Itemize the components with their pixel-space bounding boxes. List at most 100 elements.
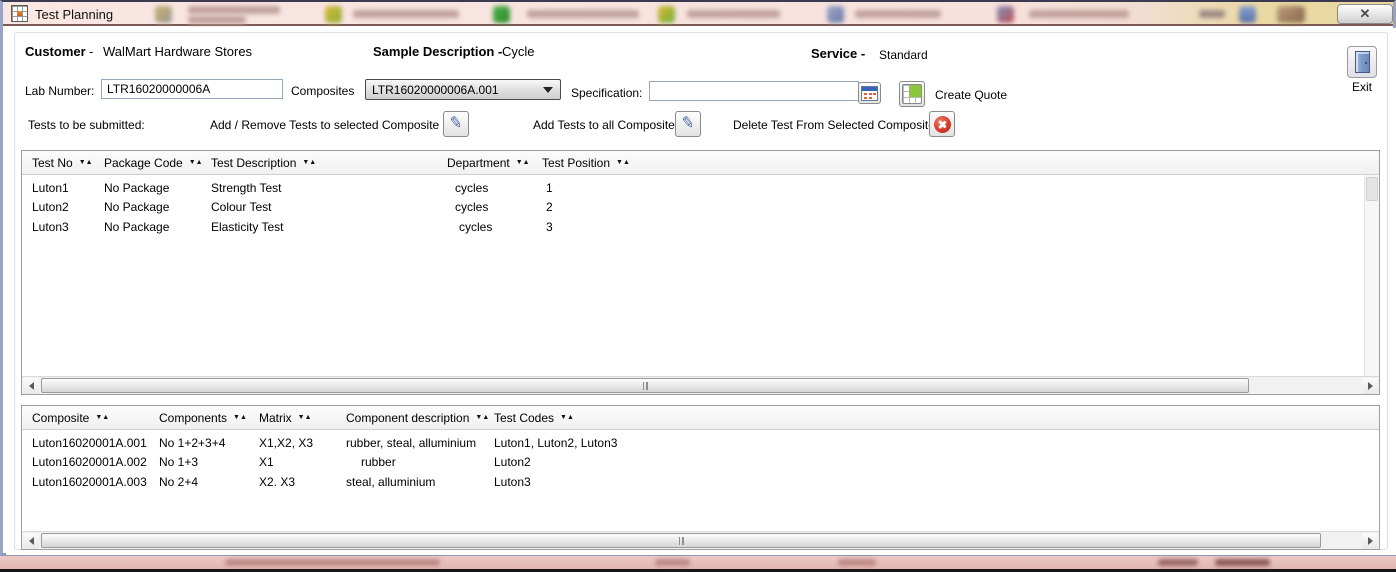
cell-matrix: X1 xyxy=(259,455,346,469)
cell-composite: Luton16020001A.003 xyxy=(32,475,159,489)
cell-package-code: No Package xyxy=(104,181,211,195)
scrollbar-thumb[interactable] xyxy=(41,533,1321,548)
cell-test-no: Luton1 xyxy=(32,181,104,195)
scroll-right-arrow[interactable] xyxy=(1362,533,1378,549)
blurred-strip-segment xyxy=(655,559,690,566)
cell-composite: Luton16020001A.001 xyxy=(32,436,159,450)
blurred-tool-icon xyxy=(1277,6,1305,23)
sort-icons: ▼▲ xyxy=(95,414,109,421)
blurred-strip-segment xyxy=(1215,559,1270,566)
column-header-matrix[interactable]: Matrix▼▲ xyxy=(259,411,346,425)
right-triangle-icon xyxy=(1368,382,1373,390)
cell-test-codes: Luton1, Luton2, Luton3 xyxy=(494,436,1379,450)
composites-table-body: Luton16020001A.001 No 1+2+3+4 X1,X2, X3 … xyxy=(22,430,1379,492)
cell-test-no: Luton3 xyxy=(32,220,104,234)
app-grid-icon xyxy=(11,5,28,22)
table-row[interactable]: Luton3 No Package Elasticity Test cycles… xyxy=(22,217,1379,237)
composites-table: Composite▼▲ Components▼▲ Matrix▼▲ Compon… xyxy=(21,405,1380,550)
column-header-department[interactable]: Department▼▲ xyxy=(447,156,542,170)
tests-table-header: Test No▼▲ Package Code▼▲ Test Descriptio… xyxy=(22,151,1379,175)
cell-components: No 2+4 xyxy=(159,475,259,489)
cell-test-position: 1 xyxy=(542,181,1379,195)
quote-grid-button[interactable] xyxy=(899,81,925,107)
cell-component-description: rubber xyxy=(346,455,494,469)
cell-components: No 1+2+3+4 xyxy=(159,436,259,450)
scroll-left-arrow[interactable] xyxy=(23,533,39,549)
service-value: Standard xyxy=(879,48,928,62)
column-header-components[interactable]: Components▼▲ xyxy=(159,411,259,425)
sample-description-label: Sample Description - xyxy=(373,44,502,59)
table-row[interactable]: Luton16020001A.001 No 1+2+3+4 X1,X2, X3 … xyxy=(22,433,1379,453)
cell-matrix: X1,X2, X3 xyxy=(259,436,346,450)
tests-table-body: Luton1 No Package Strength Test cycles 1… xyxy=(22,175,1379,237)
create-quote-label: Create Quote xyxy=(935,88,1007,102)
scroll-left-arrow[interactable] xyxy=(23,378,39,394)
scroll-right-arrow[interactable] xyxy=(1362,378,1378,394)
column-header-test-codes[interactable]: Test Codes▼▲ xyxy=(494,411,1379,425)
specification-input[interactable] xyxy=(649,81,859,101)
delete-test-label: Delete Test From Selected Composite xyxy=(733,118,935,132)
add-remove-tests-label: Add / Remove Tests to selected Composite xyxy=(210,118,439,132)
blurred-strip-segment xyxy=(225,559,440,566)
blurred-tool-label xyxy=(527,10,639,18)
blurred-tool-icon xyxy=(658,6,675,23)
vertical-scrollbar[interactable] xyxy=(1364,175,1379,376)
exit-button[interactable] xyxy=(1347,46,1377,78)
left-triangle-icon xyxy=(29,537,34,545)
composites-dropdown[interactable]: LTR16020000006A.001 xyxy=(365,79,561,100)
cell-department: cycles xyxy=(447,220,542,234)
sort-icons: ▼▲ xyxy=(79,159,93,166)
table-row[interactable]: Luton16020001A.003 No 2+4 X2. X3 steal, … xyxy=(22,472,1379,492)
add-tests-all-button[interactable]: ✎ xyxy=(675,111,701,137)
horizontal-scrollbar[interactable] xyxy=(22,376,1379,394)
blurred-tool-label xyxy=(188,16,246,24)
column-header-component-description[interactable]: Component description▼▲ xyxy=(346,411,494,425)
left-triangle-icon xyxy=(29,382,34,390)
composites-label: Composites xyxy=(291,84,354,98)
close-button[interactable]: ✕ xyxy=(1337,4,1393,24)
cell-composite: Luton16020001A.002 xyxy=(32,455,159,469)
lab-number-input[interactable] xyxy=(101,79,283,99)
column-header-test-no[interactable]: Test No▼▲ xyxy=(32,156,104,170)
pen-icon: ✎ xyxy=(448,115,464,133)
column-header-test-description[interactable]: Test Description▼▲ xyxy=(211,156,447,170)
cell-department: cycles xyxy=(447,181,542,195)
customer-label: Customer xyxy=(25,44,86,59)
calendar-button[interactable] xyxy=(858,82,881,104)
horizontal-scrollbar[interactable] xyxy=(22,531,1379,549)
scrollbar-thumb[interactable] xyxy=(41,378,1249,393)
add-remove-tests-button[interactable]: ✎ xyxy=(443,111,469,137)
scrollbar-thumb[interactable] xyxy=(1366,177,1378,201)
table-row[interactable]: Luton16020001A.002 No 1+3 X1 rubber Luto… xyxy=(22,453,1379,473)
blurred-strip-segment xyxy=(1158,559,1198,566)
window-title: Test Planning xyxy=(35,7,113,22)
sort-icons: ▼▲ xyxy=(189,159,203,166)
table-row[interactable]: Luton1 No Package Strength Test cycles 1 xyxy=(22,178,1379,198)
cell-package-code: No Package xyxy=(104,220,211,234)
tests-to-be-submitted-label: Tests to be submitted: xyxy=(28,118,145,132)
door-icon xyxy=(1355,51,1370,73)
cell-test-description: Colour Test xyxy=(211,200,447,214)
cell-test-no: Luton2 xyxy=(32,200,104,214)
sort-icons: ▼▲ xyxy=(302,159,316,166)
blurred-tool-label xyxy=(1029,10,1129,18)
blurred-tool-label xyxy=(188,6,280,14)
blurred-tool-icon xyxy=(155,6,172,23)
sort-icons: ▼▲ xyxy=(516,159,530,166)
column-header-composite[interactable]: Composite▼▲ xyxy=(32,411,159,425)
table-row[interactable]: Luton2 No Package Colour Test cycles 2 xyxy=(22,198,1379,218)
blurred-tool-label xyxy=(353,10,459,18)
blurred-tool-icon xyxy=(1239,6,1256,23)
sort-icons: ▼▲ xyxy=(560,414,574,421)
composites-table-header: Composite▼▲ Components▼▲ Matrix▼▲ Compon… xyxy=(22,406,1379,430)
blurred-strip-segment xyxy=(838,559,876,566)
column-header-test-position[interactable]: Test Position▼▲ xyxy=(542,156,1379,170)
blurred-tool-label xyxy=(855,10,941,18)
cell-test-position: 3 xyxy=(542,220,1379,234)
app-window: Test Planning xyxy=(0,0,1396,556)
grip-icon xyxy=(679,537,684,545)
tests-table: Test No▼▲ Package Code▼▲ Test Descriptio… xyxy=(21,150,1380,395)
customer-dash: - xyxy=(89,44,93,59)
column-header-package-code[interactable]: Package Code▼▲ xyxy=(104,156,211,170)
delete-test-button[interactable] xyxy=(929,111,955,137)
